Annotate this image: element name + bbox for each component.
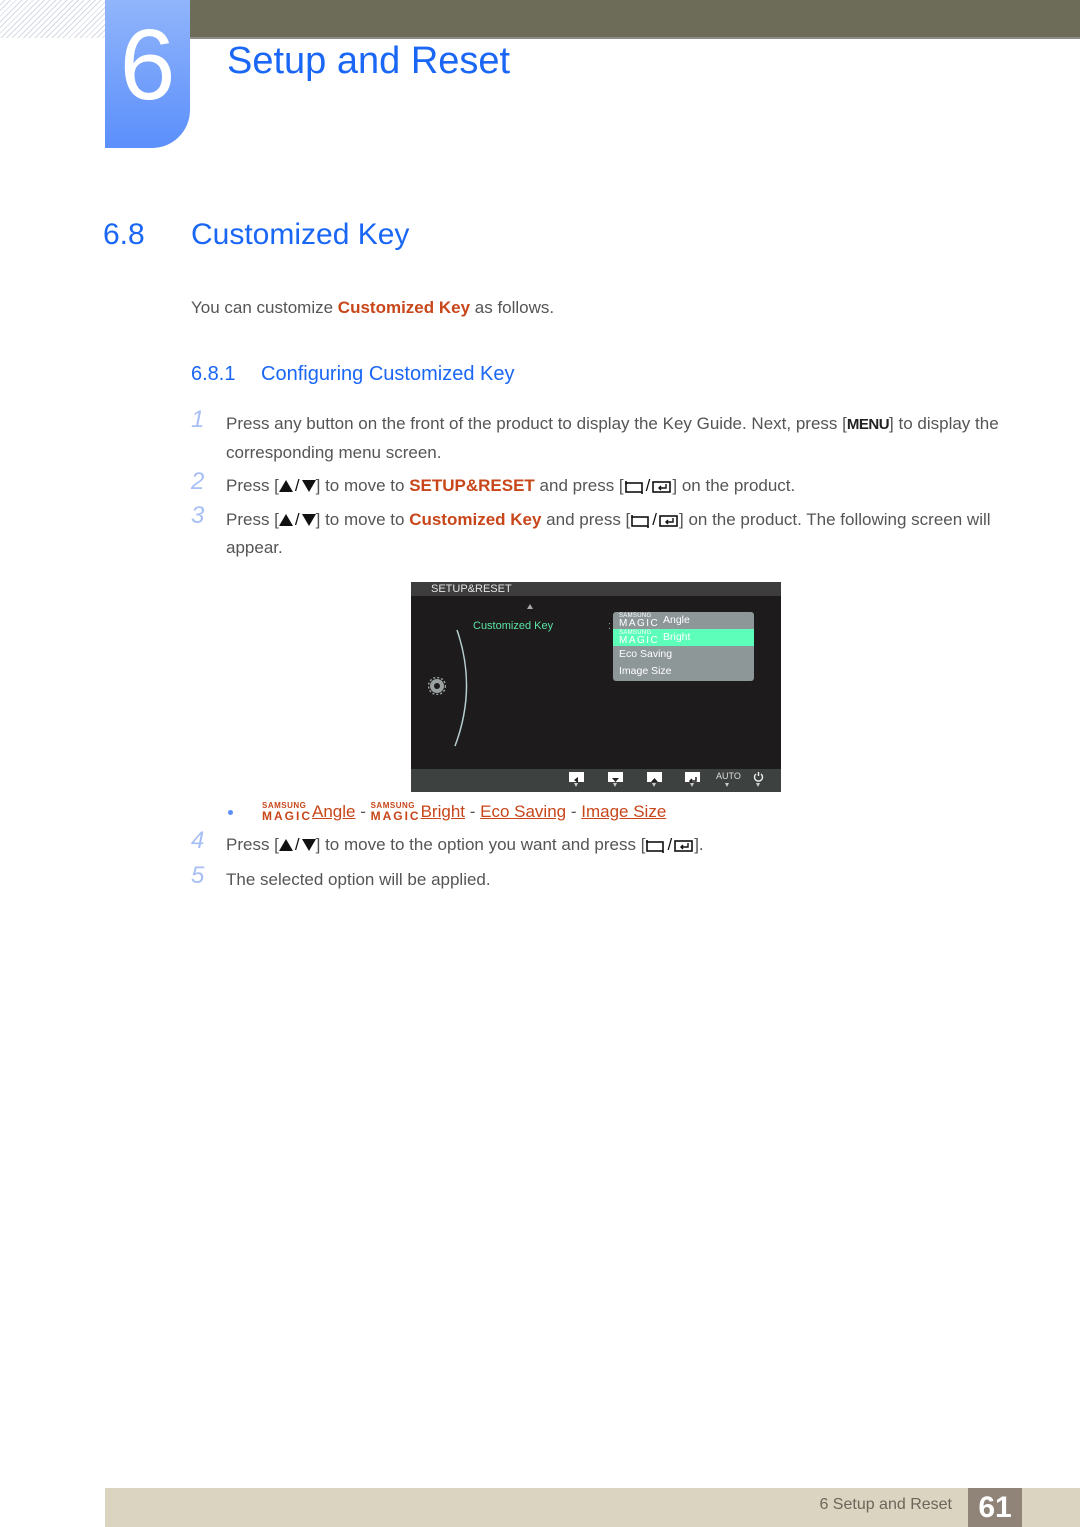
step-number: 2 (191, 468, 205, 495)
osd-header: SETUP&RESET (411, 582, 781, 596)
osd-option-bright[interactable]: SAMSUNG MAGIC Bright (613, 629, 754, 646)
osd-option-image-size[interactable]: Image Size (613, 663, 754, 680)
osd-down-button[interactable] (608, 772, 623, 782)
step-text-part: and press [ (541, 510, 631, 529)
separator: - (355, 802, 371, 821)
osd-screen: SETUP&RESET Customized Key : SAMSUNG MAGI… (411, 582, 781, 792)
section-number: 6.8 (103, 218, 145, 251)
source-icon (631, 514, 650, 528)
samsung-magic-logo: SAMSUNG MAGIC (262, 801, 312, 823)
step-text: Press [/] to move to Customized Key and … (226, 510, 991, 557)
up-arrow-icon (278, 514, 293, 526)
option-link-image-size[interactable]: Image Size (581, 802, 666, 821)
step-number: 1 (191, 406, 205, 433)
separator: - (465, 802, 481, 821)
samsung-magic-logo: SAMSUNG MAGIC (619, 630, 660, 646)
osd-option-angle[interactable]: SAMSUNG MAGIC Angle (613, 612, 754, 629)
option-link-bright[interactable]: Bright (421, 802, 465, 821)
down-arrow-icon (301, 514, 316, 526)
osd-colon: : (608, 620, 612, 632)
samsung-magic-logo: SAMSUNG MAGIC (619, 613, 660, 629)
up-arrow-icon (278, 480, 293, 492)
osd-option-list: SAMSUNG MAGIC Angle SAMSUNG MAGIC Bright Eco… (613, 612, 754, 681)
chapter-number: 6 (119, 9, 176, 121)
subsection-number: 6.8.1 (191, 363, 236, 385)
step-text-part: Press any button on the front of the pro… (226, 414, 847, 433)
gear-icon (428, 677, 446, 695)
section-title: Customized Key (191, 218, 410, 251)
step-text-part: Press [ (226, 476, 279, 495)
osd-auto-button[interactable]: AUTO (716, 771, 741, 781)
page-footer: 6 Setup and Reset 61 (105, 1488, 1080, 1527)
up-arrow-icon (278, 839, 293, 851)
step-text-part: Press [ (226, 835, 279, 854)
osd-pointer-icon (756, 783, 760, 787)
enter-icon (652, 480, 672, 493)
step-text-part: ] to move to (315, 510, 410, 529)
step-text-part: Press [ (226, 510, 279, 529)
osd-pointer-icon (690, 783, 694, 787)
osd-arc-decoration (454, 629, 468, 747)
osd-option-label: Angle (663, 614, 690, 626)
separator: - (566, 802, 582, 821)
osd-pointer-icon (613, 783, 617, 787)
bullet-icon (228, 810, 233, 815)
osd-footer: AUTO (411, 769, 781, 792)
osd-pointer-icon (652, 783, 656, 787)
step-text-part: ] to move to (315, 476, 410, 495)
intro-highlight: Customized Key (337, 298, 471, 317)
option-link-eco-saving[interactable]: Eco Saving (480, 802, 566, 821)
menu-key-icon: MENU (846, 416, 890, 433)
chapter-title: Setup and Reset (227, 40, 511, 82)
step-number: 4 (191, 827, 205, 854)
down-arrow-icon (301, 839, 316, 851)
down-arrow-icon (301, 480, 316, 492)
osd-pointer-icon (725, 783, 729, 787)
step-number: 3 (191, 502, 205, 529)
osd-left-button[interactable] (569, 772, 584, 783)
chapter-tab: 6 (105, 0, 190, 148)
osd-enter-button[interactable] (685, 772, 700, 784)
step-text-part: and press [ (534, 476, 624, 495)
step-highlight: Customized Key (409, 510, 542, 529)
intro-after: as follows. (470, 298, 555, 317)
step-text-part: ] to move to the option you want and pre… (315, 835, 646, 854)
source-icon (646, 839, 665, 853)
osd-option-label: Bright (663, 631, 691, 643)
osd-power-icon[interactable] (753, 771, 764, 782)
decorative-hatch (0, 0, 105, 38)
subsection-title: Configuring Customized Key (261, 363, 515, 385)
step-text: Press any button on the front of the pro… (226, 410, 1006, 467)
intro-before: You can customize (191, 298, 338, 317)
step-text: The selected option will be applied. (226, 870, 491, 889)
source-icon (624, 480, 643, 494)
intro-text: You can customize Customized Key as foll… (191, 298, 554, 318)
option-link-angle[interactable]: Angle (312, 802, 355, 821)
step-text-part: ] on the product. (672, 476, 796, 495)
page-number: 61 (968, 1488, 1022, 1527)
step-text: Press [/] to move to the option you want… (226, 835, 704, 854)
enter-icon (674, 839, 693, 852)
osd-pointer-icon (574, 783, 578, 787)
step-highlight: SETUP&RESET (409, 476, 535, 495)
samsung-magic-logo: SAMSUNG MAGIC (370, 801, 421, 823)
osd-scroll-up-icon (527, 604, 533, 609)
step-text-part: ]. (694, 835, 704, 854)
osd-menu-label: Customized Key (473, 620, 554, 632)
step-text: Press [/] to move to SETUP&RESET and pre… (226, 476, 796, 495)
step-number: 5 (191, 862, 205, 889)
osd-up-button[interactable] (647, 772, 662, 782)
header-bar (190, 0, 1080, 39)
osd-option-eco-saving[interactable]: Eco Saving (613, 646, 754, 663)
enter-icon (659, 514, 678, 527)
footer-chapter-label: 6 Setup and Reset (819, 1496, 952, 1513)
